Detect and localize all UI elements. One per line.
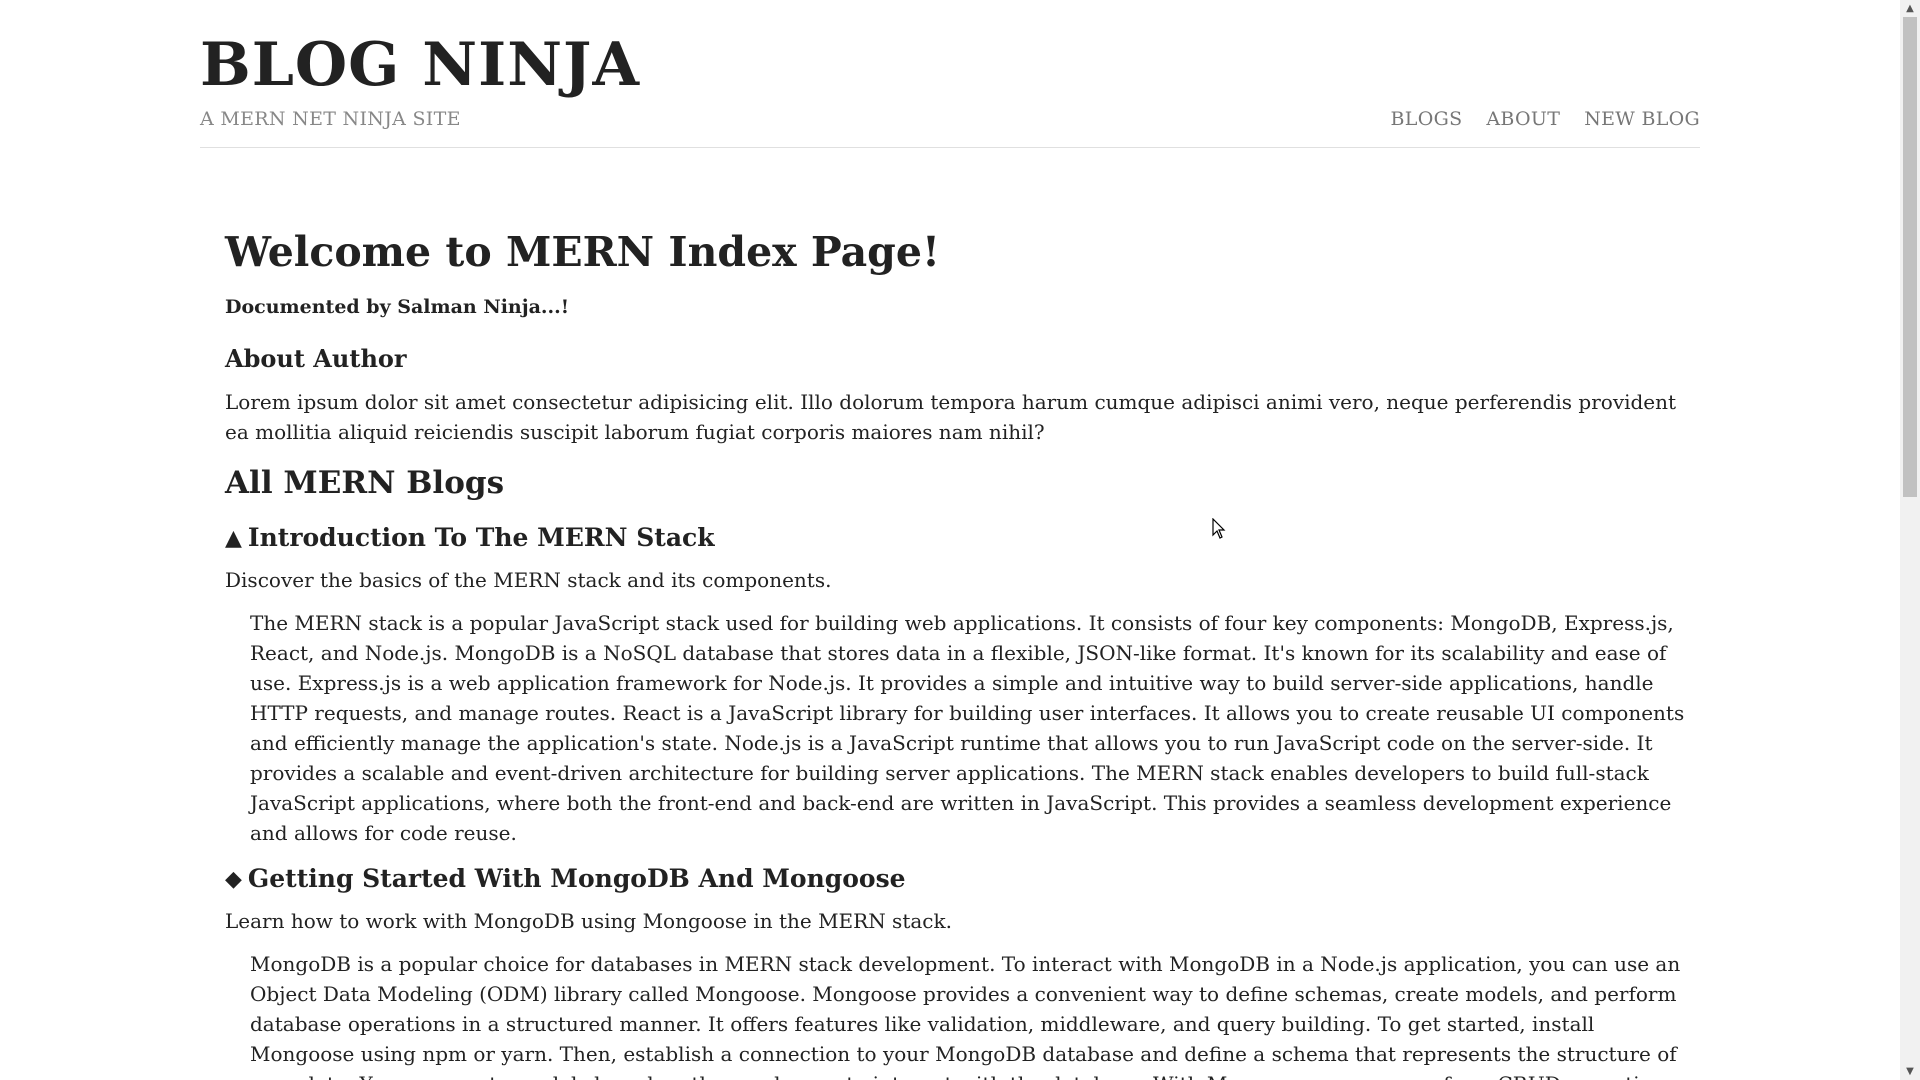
- blog-body: MongoDB is a popular choice for database…: [250, 952, 1681, 1080]
- about-author-heading: About Author: [225, 344, 407, 373]
- site-header: BLOG NINJA A MERN NET NINJA SITE BLOGS A…: [200, 30, 1700, 148]
- blogs-heading: All MERN Blogs: [225, 465, 505, 501]
- blog-snippet: Learn how to work with MongoDB using Mon…: [225, 909, 952, 933]
- page: BLOG NINJA A MERN NET NINJA SITE BLOGS A…: [0, 0, 1900, 1080]
- triangle-up-icon: ▲: [225, 524, 242, 551]
- main-nav: BLOGS ABOUT NEW BLOG: [1391, 108, 1700, 130]
- scrollbar-thumb[interactable]: [1903, 17, 1917, 497]
- blog-title[interactable]: ▲ Introduction To The MERN Stack: [225, 523, 1700, 552]
- page-title: Welcome to MERN Index Page!: [225, 228, 940, 276]
- vertical-scrollbar[interactable]: ▲ ▼: [1900, 0, 1920, 1080]
- main-content: Welcome to MERN Index Page! Documented b…: [225, 220, 1700, 1080]
- blog-title-text: Getting Started With MongoDB And Mongoos…: [247, 864, 906, 893]
- site-subtitle: A MERN NET NINJA SITE: [200, 108, 461, 130]
- nav-link-new-blog[interactable]: NEW BLOG: [1584, 108, 1700, 130]
- nav-link-about[interactable]: ABOUT: [1486, 108, 1560, 130]
- blog-title[interactable]: ◆ Getting Started With MongoDB And Mongo…: [225, 864, 1700, 893]
- chevron-down-icon[interactable]: ▼: [1900, 1063, 1920, 1080]
- blog-body: The MERN stack is a popular JavaScript s…: [250, 611, 1685, 845]
- blog-title-text: Introduction To The MERN Stack: [247, 523, 715, 552]
- about-author-text: Lorem ipsum dolor sit amet consectetur a…: [225, 390, 1677, 444]
- blog-item: ▲ Introduction To The MERN Stack Discove…: [225, 523, 1700, 848]
- documented-by: Documented by Salman Ninja...!: [225, 296, 570, 318]
- nav-link-blogs[interactable]: BLOGS: [1391, 108, 1463, 130]
- site-title: BLOG NINJA: [200, 30, 640, 100]
- chevron-up-icon[interactable]: ▲: [1900, 0, 1920, 17]
- blog-snippet: Discover the basics of the MERN stack an…: [225, 568, 832, 592]
- diamond-icon: ◆: [225, 865, 242, 892]
- mouse-cursor-icon: [1212, 518, 1226, 539]
- blog-item: ◆ Getting Started With MongoDB And Mongo…: [225, 864, 1700, 1080]
